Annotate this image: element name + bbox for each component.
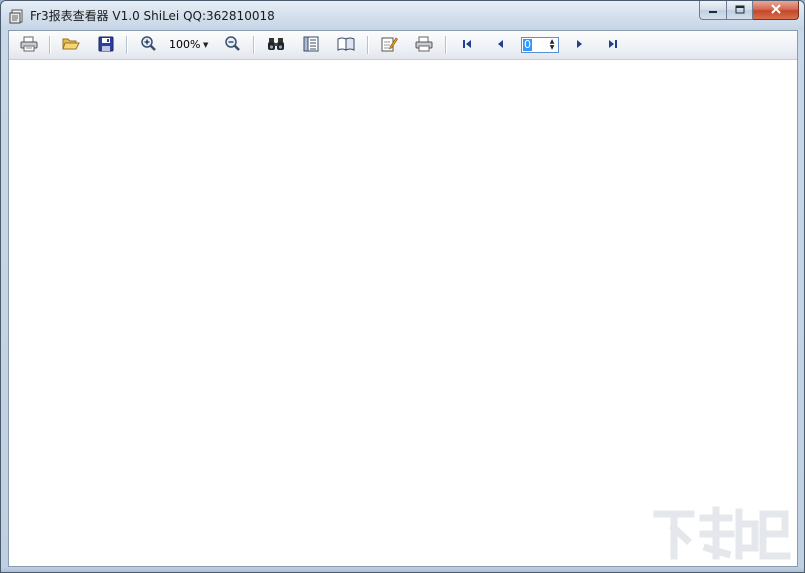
edit-button[interactable]	[378, 35, 400, 55]
folder-open-icon	[62, 36, 80, 55]
chevron-down-icon[interactable]: ▼	[203, 41, 208, 49]
toolbar-separator	[126, 36, 128, 54]
edit-page-icon	[381, 36, 398, 55]
toolbar-separator	[49, 36, 51, 54]
first-page-icon	[461, 38, 473, 53]
last-page-button[interactable]	[602, 35, 624, 55]
client-area: 100% ▼ 0 ▲ ▼	[8, 30, 798, 567]
outline-button[interactable]	[300, 35, 322, 55]
toolbar-separator	[367, 36, 369, 54]
outline-list-icon	[303, 36, 319, 55]
next-page-icon	[573, 38, 585, 53]
close-button[interactable]	[753, 1, 799, 20]
minimize-button[interactable]	[699, 1, 727, 20]
title-bar[interactable]: Fr3报表查看器 V1.0 ShiLei QQ:362810018	[1, 1, 804, 30]
report-viewer-icon	[9, 8, 25, 24]
first-page-button[interactable]	[456, 35, 478, 55]
window-bottom-border	[1, 567, 804, 572]
page-number-spinbox[interactable]: 0 ▲ ▼	[521, 37, 559, 53]
prev-page-button[interactable]	[490, 35, 512, 55]
download-site-logo	[651, 504, 793, 564]
last-page-icon	[607, 38, 619, 53]
app-window: Fr3报表查看器 V1.0 ShiLei QQ:362810018 100% ▼…	[0, 0, 805, 573]
find-button[interactable]	[265, 35, 287, 55]
zoom-out-button[interactable]	[221, 35, 243, 55]
zoom-combobox[interactable]: 100% ▼	[167, 36, 213, 53]
zoom-out-icon	[224, 35, 241, 55]
binoculars-icon	[267, 36, 285, 55]
page-setup-button[interactable]	[335, 35, 357, 55]
open-button[interactable]	[60, 35, 82, 55]
print-2-button[interactable]	[413, 35, 435, 55]
close-icon	[770, 3, 782, 17]
prev-page-icon	[495, 38, 507, 53]
spin-buttons[interactable]: ▲ ▼	[547, 38, 557, 52]
report-preview-area[interactable]	[9, 60, 797, 566]
print-button[interactable]	[18, 35, 40, 55]
printer-icon	[20, 36, 38, 55]
printer-icon	[415, 36, 433, 55]
toolbar-separator	[445, 36, 447, 54]
maximize-button[interactable]	[727, 1, 753, 20]
save-button[interactable]	[95, 35, 117, 55]
book-icon	[337, 36, 355, 55]
zoom-in-icon	[140, 35, 157, 55]
zoom-in-button[interactable]	[137, 35, 159, 55]
floppy-disk-icon	[98, 36, 114, 55]
toolbar-separator	[253, 36, 255, 54]
spin-down-icon[interactable]: ▼	[550, 45, 555, 51]
page-number-input[interactable]: 0	[523, 39, 532, 51]
window-title: Fr3报表查看器 V1.0 ShiLei QQ:362810018	[30, 9, 275, 23]
toolbar: 100% ▼ 0 ▲ ▼	[9, 31, 797, 60]
caption-buttons	[699, 1, 799, 21]
maximize-icon	[735, 3, 745, 17]
minimize-icon	[708, 3, 718, 17]
next-page-button[interactable]	[568, 35, 590, 55]
zoom-value: 100%	[169, 38, 201, 51]
